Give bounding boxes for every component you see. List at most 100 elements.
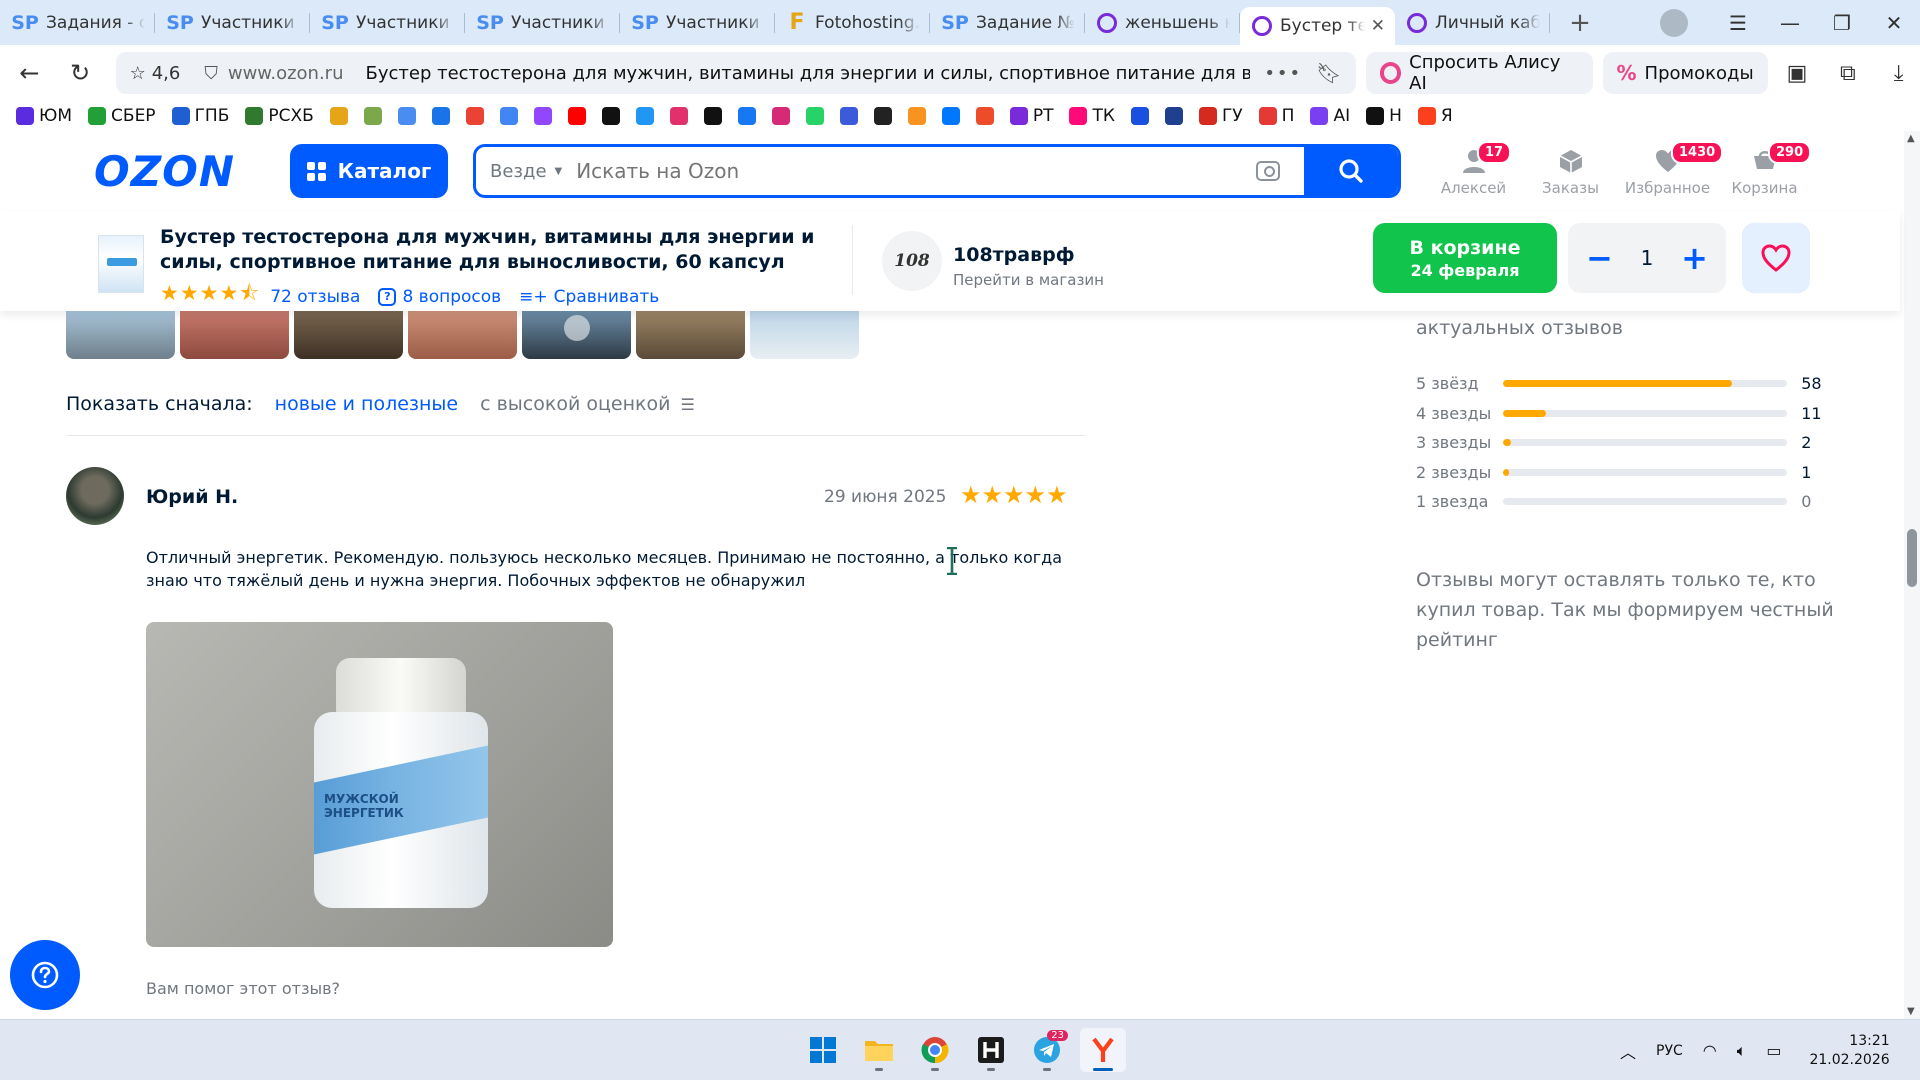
start-button[interactable] [800,1028,846,1072]
camera-icon[interactable] [1256,161,1280,181]
more-icon[interactable]: ••• [1264,63,1302,84]
browser-tab[interactable]: SP Участники - [465,0,620,45]
catalog-button[interactable]: Каталог [290,144,448,198]
ozon-logo[interactable]: OZON [94,147,235,196]
taskbar-yandex-browser[interactable] [1080,1028,1126,1072]
header-orders-link[interactable]: Заказы [1522,139,1619,197]
bookmark-item[interactable] [601,107,620,125]
header-favorites-link[interactable]: Избранное 1430 [1619,139,1724,197]
extensions-icon[interactable]: ⧉ [1826,51,1869,95]
bookmark-item[interactable] [839,107,858,125]
restore-button[interactable]: ❐ [1816,11,1868,35]
close-window-button[interactable]: ✕ [1868,11,1920,35]
taskbar-app-h[interactable] [968,1028,1014,1072]
scroll-up-icon[interactable]: ▲ [1907,133,1915,144]
minimize-button[interactable]: — [1764,11,1816,35]
reload-button[interactable]: ↻ [59,51,102,95]
bookmark-item[interactable] [873,107,892,125]
seller-name[interactable]: 108траврф [953,244,1075,266]
seller-logo[interactable]: 108 [882,231,942,291]
browser-tab[interactable]: Личный каби [1395,0,1550,45]
bookmark-item[interactable] [703,107,722,125]
bookmark-item[interactable] [805,107,824,125]
url-box[interactable]: ☆ 4,6 ⛉ www.ozon.ru Бустер тестостерона … [115,52,1356,94]
sort-option-new-useful[interactable]: новые и полезные [275,393,458,415]
taskbar-explorer[interactable] [856,1028,902,1072]
scroll-down-icon[interactable]: ▼ [1907,1006,1915,1017]
new-tab-button[interactable]: + [1562,5,1598,41]
volume-icon[interactable]: 🔈︎ [1737,1041,1747,1061]
clock[interactable]: 13:21 21.02.2026 [1809,1032,1889,1070]
review-photo-thumb[interactable] [408,311,517,359]
site-rating[interactable]: ☆ 4,6 [130,63,181,84]
bookmark-item[interactable] [669,107,688,125]
wifi-icon[interactable]: ◠ [1703,1041,1717,1060]
review-photo-thumb[interactable] [294,311,403,359]
search-scope-select[interactable]: Везде ▼ [476,161,576,182]
rating-row[interactable]: 2 звезды 1 [1416,458,1836,488]
bookmark-item[interactable]: Я [1417,106,1453,126]
bookmark-item[interactable] [329,107,348,125]
bookmark-item[interactable] [771,107,790,125]
help-button[interactable] [10,940,80,1010]
bookmark-item[interactable] [567,107,586,125]
review-photo-thumb[interactable] [180,311,289,359]
bookmark-item[interactable] [737,107,756,125]
back-button[interactable]: ← [8,51,51,95]
profile-avatar[interactable] [1660,8,1688,37]
bookmark-item[interactable] [533,107,552,125]
bookmark-item[interactable]: ГПБ [171,106,229,126]
review-photo[interactable]: МУЖСКОЙ ЭНЕРГЕТИК [146,622,613,947]
shield-icon[interactable]: ⛉ [204,63,218,84]
ask-alice-button[interactable]: Спросить Алису AI [1365,52,1593,94]
rating-row[interactable]: 5 звёзд 58 [1416,369,1836,399]
bookmark-item[interactable]: AI [1310,106,1350,126]
browser-tab[interactable]: Бустер тес ✕ [1240,7,1395,45]
search-button[interactable] [1304,147,1398,195]
chevron-up-icon[interactable]: ︿ [1620,1039,1636,1063]
bookmark-icon[interactable]: 🔖︎ [1316,61,1341,85]
plus-button[interactable]: + [1681,239,1708,277]
sort-option-high-rating[interactable]: с высокой оценкой ☰ [480,393,695,415]
bookmark-item[interactable] [1130,107,1149,125]
bookmark-item[interactable] [975,107,994,125]
battery-icon[interactable]: ▭ [1766,1041,1781,1060]
header-user-link[interactable]: Алексей 17 [1425,139,1522,197]
download-icon[interactable]: ⤓ [1877,51,1920,95]
bookmark-item[interactable] [465,107,484,125]
taskbar-telegram[interactable]: 23 [1024,1028,1070,1072]
review-photo-thumb[interactable] [636,311,745,359]
bookmark-item[interactable]: РСХБ [245,106,314,126]
bookmark-item[interactable]: РТ [1009,106,1053,126]
bookmark-item[interactable] [397,107,416,125]
browser-tab[interactable]: SP Участники - [620,0,775,45]
browser-tab[interactable]: SP Участники - [310,0,465,45]
language-indicator[interactable]: РУС [1656,1043,1683,1059]
bookmark-item[interactable]: П [1258,106,1294,126]
bookmark-item[interactable] [907,107,926,125]
minus-button[interactable]: − [1586,239,1613,277]
in-cart-button[interactable]: В корзине 24 февраля [1373,223,1557,293]
bookmark-item[interactable] [635,107,654,125]
page-scrollbar[interactable]: ▲ ▼ [1904,131,1920,1019]
browser-tab[interactable]: женьшень ко [1085,0,1240,45]
questions-link[interactable]: ? 8 вопросов [378,287,501,307]
bookmark-item[interactable] [363,107,382,125]
go-to-store-link[interactable]: Перейти в магазин [953,271,1104,289]
bookmark-item[interactable]: Н [1366,106,1402,126]
reviews-link[interactable]: 72 отзыва [270,287,360,307]
gallery-icon[interactable]: ▣ [1776,51,1819,95]
rating-row[interactable]: 1 звезда 0 [1416,487,1836,517]
header-cart-link[interactable]: Корзина 290 [1716,139,1813,197]
rating-row[interactable]: 3 звезды 2 [1416,428,1836,458]
browser-tab[interactable]: F Fotohosting. [775,0,930,45]
browser-tab[interactable]: SP Участники - [155,0,310,45]
browser-tab[interactable]: SP Задание №2 [930,0,1085,45]
promo-codes-button[interactable]: % Промокоды [1602,52,1768,94]
menu-icon[interactable]: ☰ [1712,11,1764,35]
rating-row[interactable]: 4 звезды 11 [1416,399,1836,429]
bookmark-item[interactable]: ТК [1069,106,1115,126]
bookmark-item[interactable]: СБЕР [88,106,156,126]
review-photo-thumb[interactable] [750,311,859,359]
review-photo-thumb[interactable] [66,311,175,359]
